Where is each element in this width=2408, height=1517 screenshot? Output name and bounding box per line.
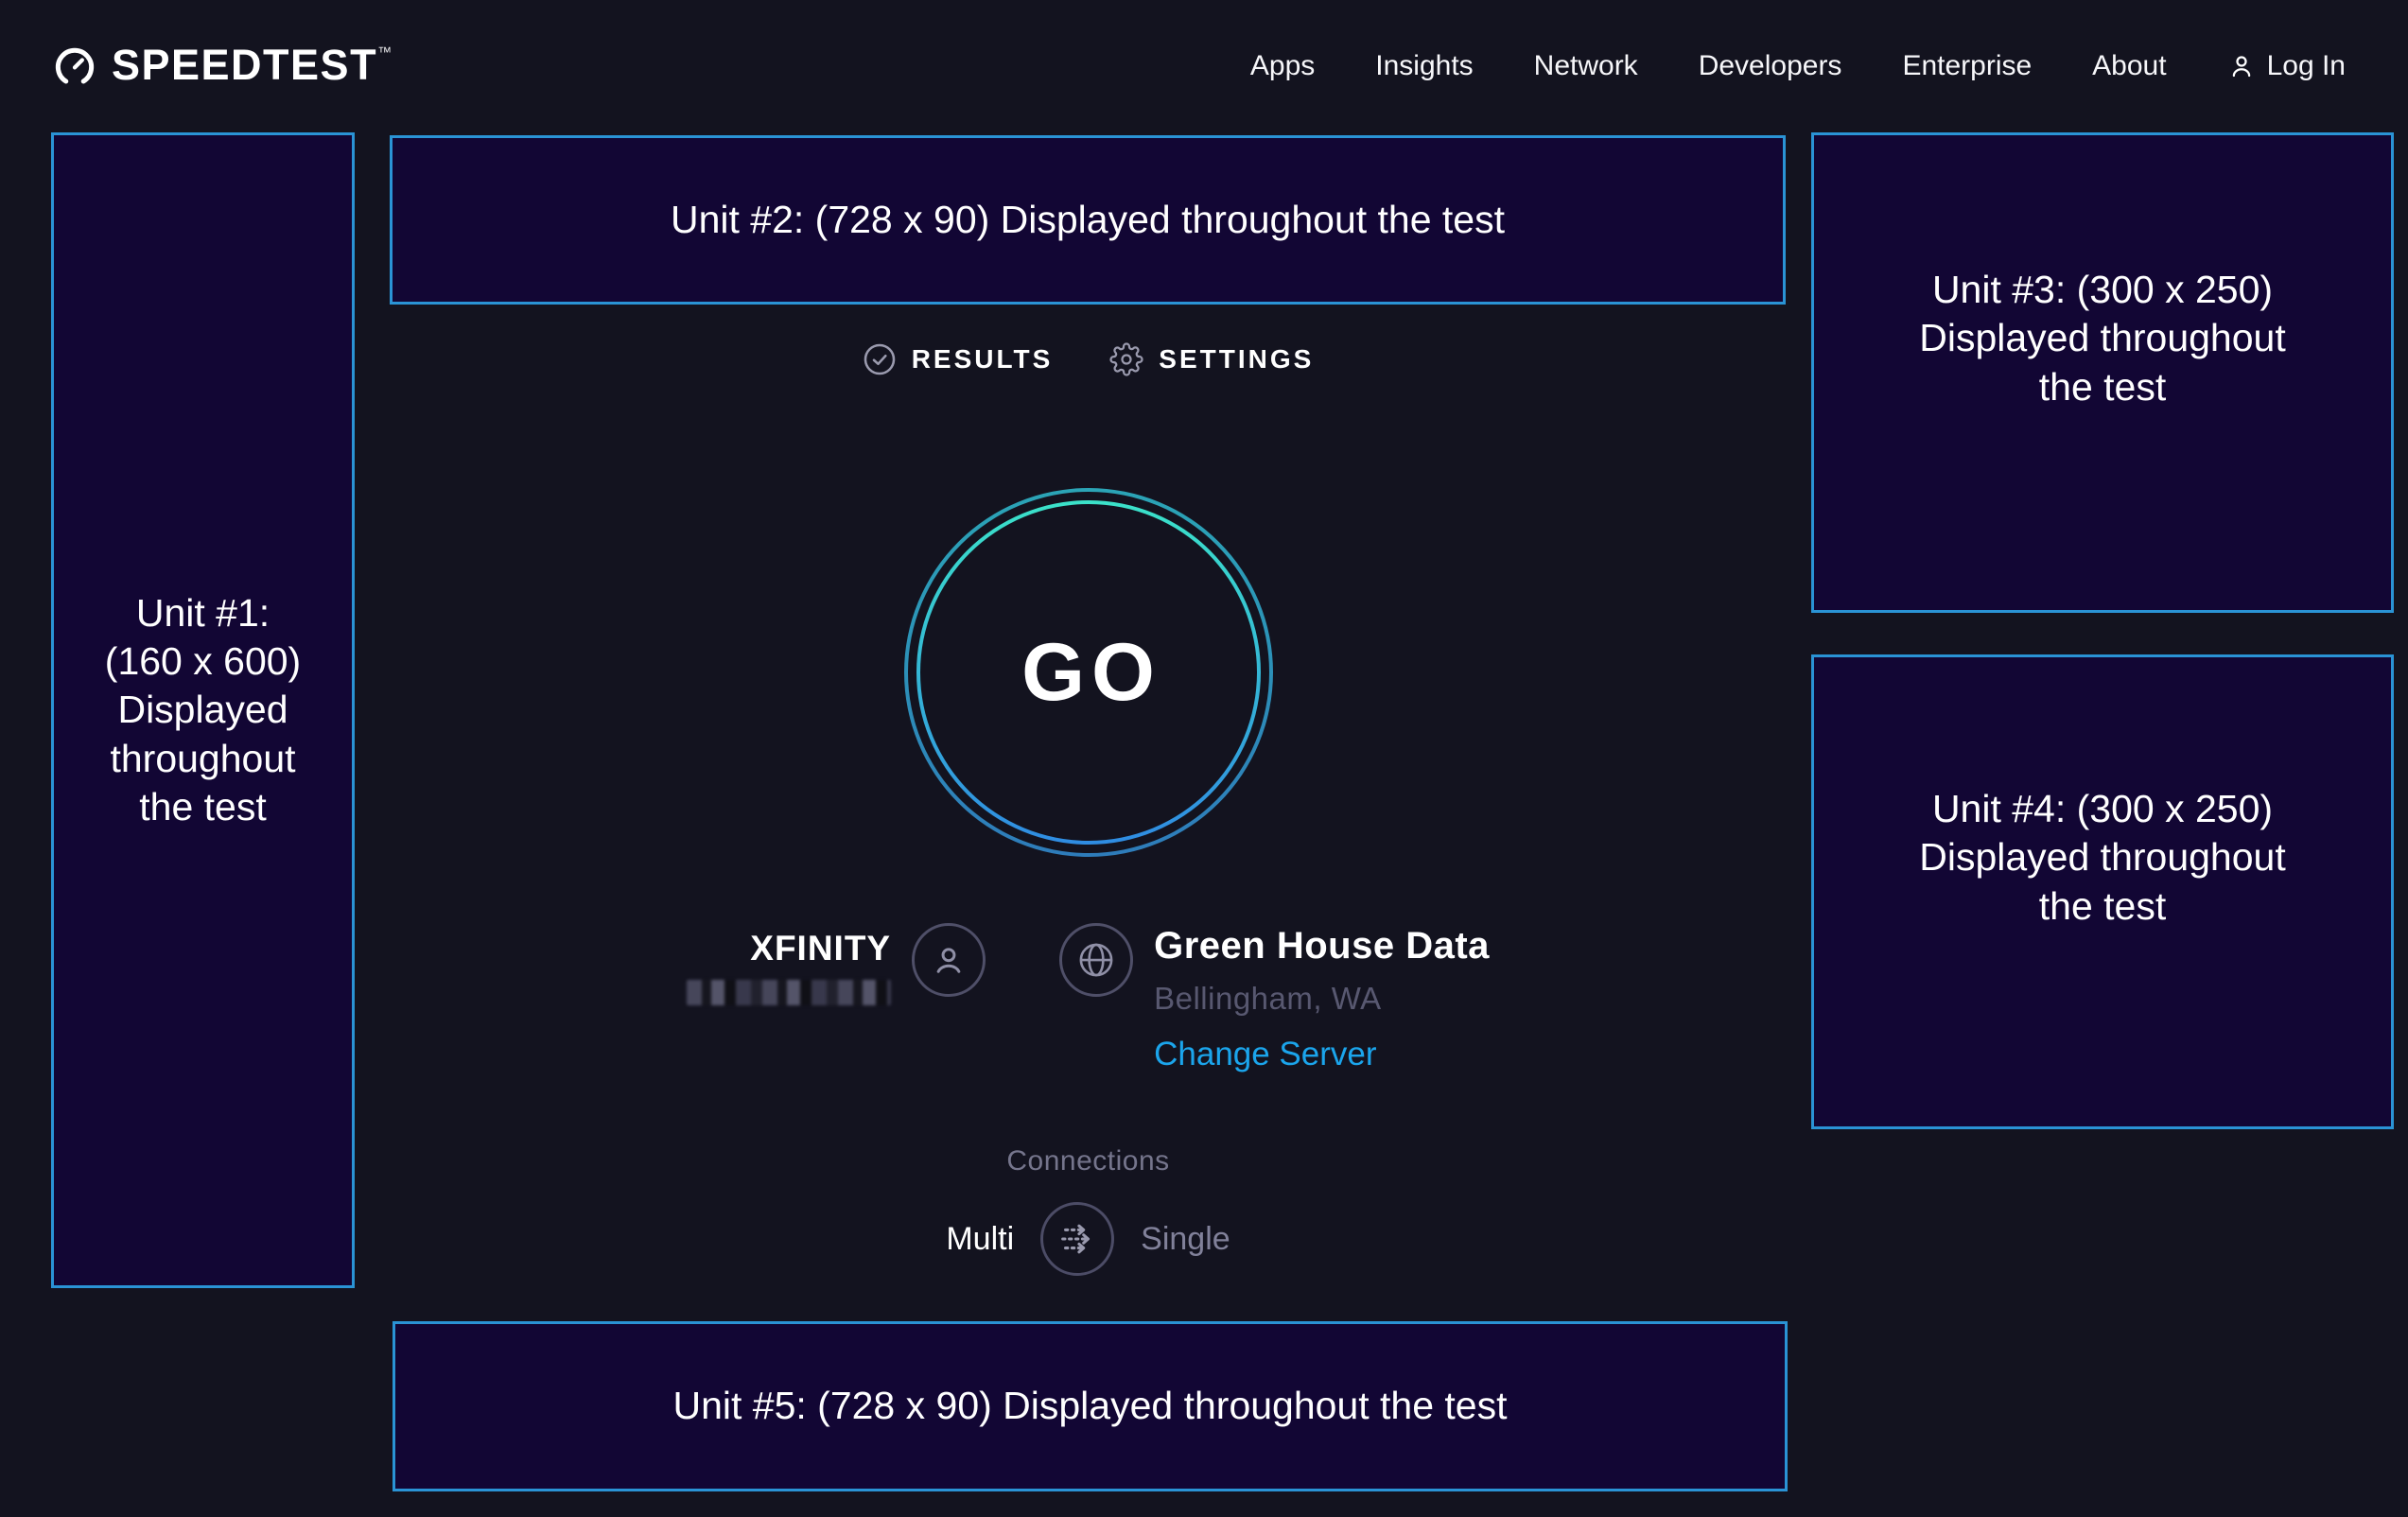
connections-toggle-button[interactable] [1040,1202,1114,1276]
tab-results-label: RESULTS [912,344,1054,375]
connections-title: Connections [1006,1145,1169,1177]
ad-unit-4-rectangle[interactable]: Unit #4: (300 x 250) Displayed throughou… [1811,654,2394,1129]
tab-results[interactable]: RESULTS [863,342,1054,376]
nav-item-enterprise[interactable]: Enterprise [1902,50,2032,82]
speedtest-main: RESULTS SETTINGS GO XFINITY [390,305,1787,1276]
go-ring-inner: GO [916,500,1261,845]
go-button[interactable]: GO [904,488,1273,857]
logo-text: SPEEDTEST™ [112,44,392,87]
multi-arrows-icon [1056,1217,1099,1261]
go-ring-gap: GO [908,492,1269,853]
ad-unit-5-text: Unit #5: (728 x 90) Displayed throughout… [672,1382,1507,1430]
connections-multi-label[interactable]: Multi [946,1221,1014,1258]
server-name: Green House Data [1154,925,1490,968]
go-core: GO [920,504,1257,841]
server-location: Bellingham, WA [1154,981,1382,1017]
connections-toggle-row: Multi Single [946,1202,1230,1276]
server-icon-badge[interactable] [1059,923,1133,997]
nav-item-insights[interactable]: Insights [1375,50,1473,82]
isp-block: XFINITY [687,923,986,1073]
nav-item-about[interactable]: About [2092,50,2166,82]
nav-item-network[interactable]: Network [1534,50,1638,82]
isp-icon-badge[interactable] [912,923,986,997]
main-nav: Apps Insights Network Developers Enterpr… [1250,50,2346,82]
gear-icon [1109,342,1143,376]
logo-wordmark: SPEEDTEST [112,41,377,89]
header: SPEEDTEST™ Apps Insights Network Develop… [0,0,2408,132]
speedtest-gauge-icon [53,45,96,89]
tab-settings-label: SETTINGS [1159,344,1314,375]
nav-item-developers[interactable]: Developers [1699,50,1842,82]
go-button-area: GO [390,488,1787,857]
connections-single-label[interactable]: Single [1141,1221,1230,1258]
tab-settings[interactable]: SETTINGS [1109,342,1314,376]
ad-unit-1-skyscraper[interactable]: Unit #1: (160 x 600) Displayed throughou… [51,132,355,1288]
login-button[interactable]: Log In [2227,50,2346,82]
ad-unit-2-text: Unit #2: (728 x 90) Displayed throughout… [671,196,1505,244]
check-circle-icon [863,342,897,376]
nav-item-apps[interactable]: Apps [1250,50,1315,82]
speedtest-logo[interactable]: SPEEDTEST™ [53,44,392,89]
tabs: RESULTS SETTINGS [390,342,1787,376]
connection-meta: XFINITY Green House Data Bellin [390,923,1787,1073]
person-icon [2227,52,2256,80]
globe-icon [1076,940,1116,980]
ad-unit-3-rectangle[interactable]: Unit #3: (300 x 250) Displayed throughou… [1811,132,2394,613]
go-label: GO [1015,626,1161,720]
ad-unit-3-text: Unit #3: (300 x 250) Displayed throughou… [1919,266,2285,411]
login-label: Log In [2267,50,2346,82]
isp-name: XFINITY [750,929,891,968]
redacted-ip-address [687,980,891,1005]
logo-trademark: ™ [377,44,392,61]
change-server-link[interactable]: Change Server [1154,1036,1376,1073]
ad-unit-4-text: Unit #4: (300 x 250) Displayed throughou… [1919,785,2285,931]
ad-unit-5-leaderboard[interactable]: Unit #5: (728 x 90) Displayed throughout… [393,1321,1788,1491]
ad-unit-2-leaderboard[interactable]: Unit #2: (728 x 90) Displayed throughout… [390,135,1786,305]
ad-unit-1-text: Unit #1: (160 x 600) Displayed throughou… [105,589,301,831]
connections-section: Connections Multi Single [390,1145,1787,1276]
server-block: Green House Data Bellingham, WA Change S… [1059,923,1490,1073]
isp-info: XFINITY [687,929,891,1073]
server-info: Green House Data Bellingham, WA Change S… [1154,925,1490,1073]
person-circle-icon [929,940,968,980]
